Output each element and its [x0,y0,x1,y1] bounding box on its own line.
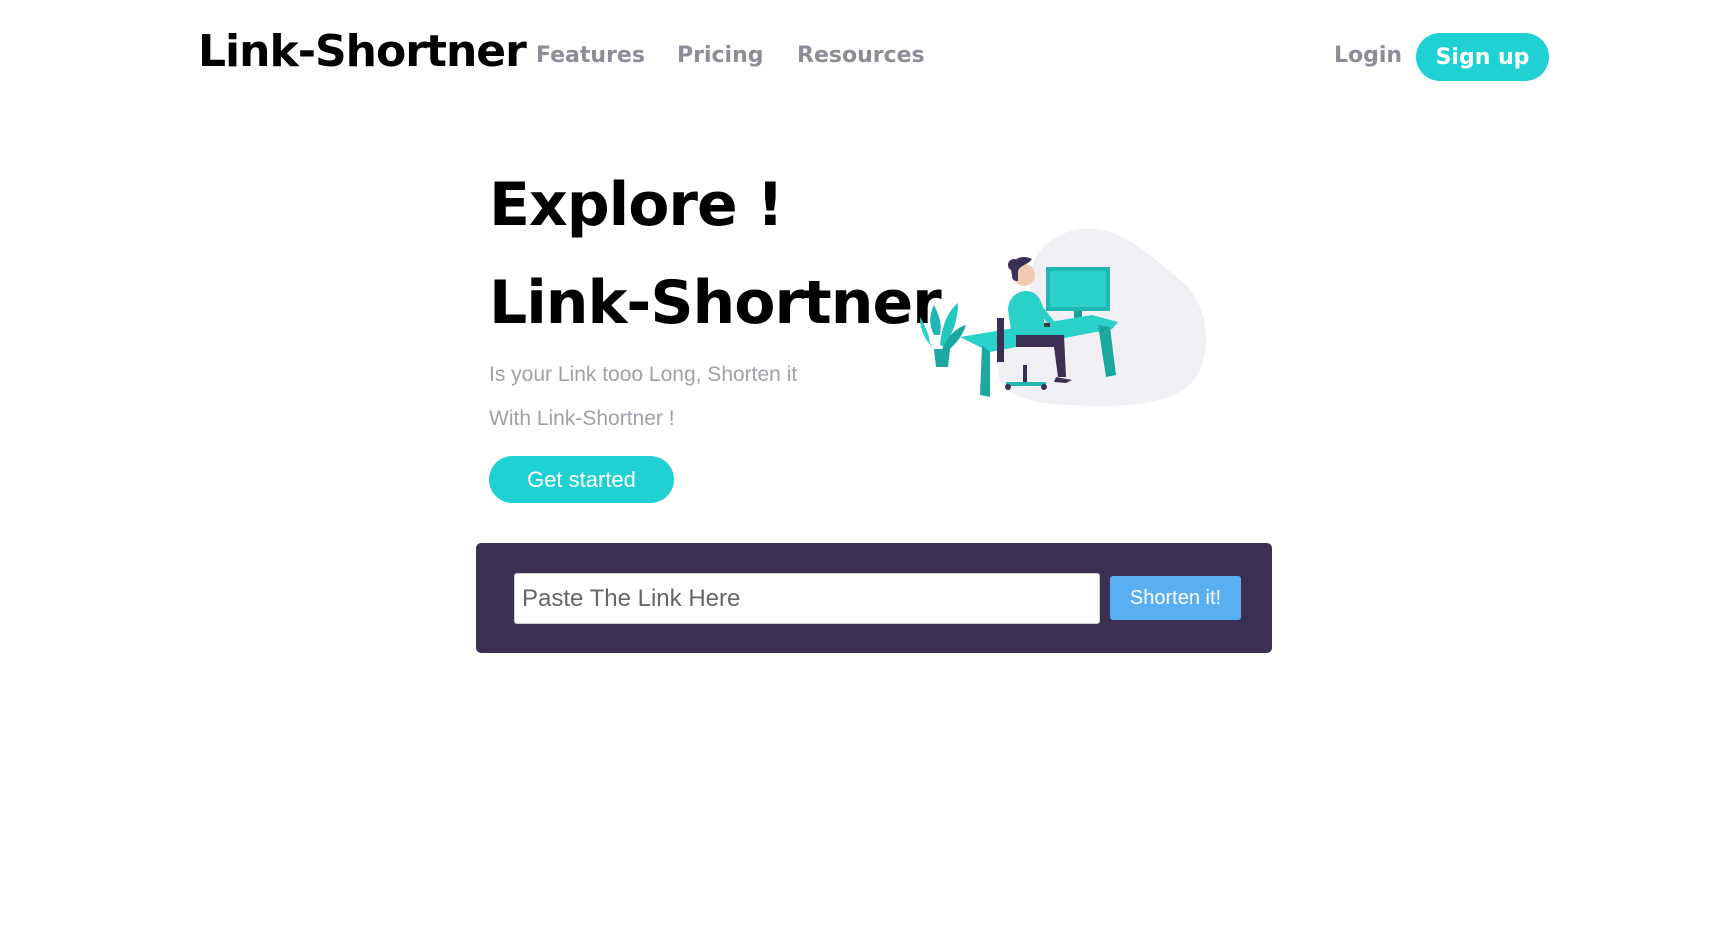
shorten-button[interactable]: Shorten it! [1110,576,1241,620]
site-header: Link-Shortner Features Pricing Resources… [0,0,1724,120]
link-input[interactable] [514,573,1100,624]
signup-button[interactable]: Sign up [1416,33,1549,81]
nav-link-features[interactable]: Features [536,43,645,68]
person-working-at-desk-illustration [920,228,1206,406]
shortener-panel: Shorten it! [476,543,1272,653]
hero-title-line-1: Explore ! [489,170,784,240]
login-link[interactable]: Login [1334,43,1402,68]
logo[interactable]: Link-Shortner [198,26,527,77]
hero-description-line-2: With Link-Shortner ! [489,407,675,430]
hero-description-line-1: Is your Link tooo Long, Shorten it [489,363,798,386]
hero-title-line-2: Link-Shortner [489,268,942,338]
nav-link-resources[interactable]: Resources [797,43,925,68]
get-started-button[interactable]: Get started [489,456,674,503]
nav-link-pricing[interactable]: Pricing [677,43,764,68]
